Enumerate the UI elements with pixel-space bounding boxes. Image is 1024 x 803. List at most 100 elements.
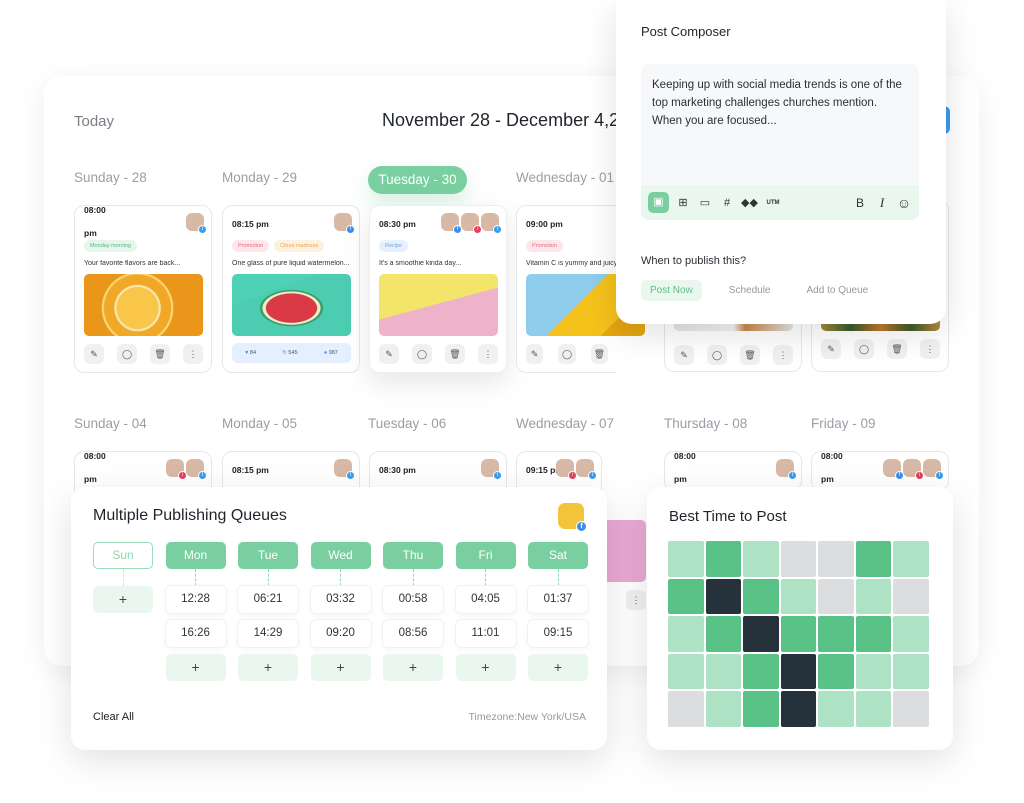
more-icon[interactable]: ⋮ — [478, 344, 498, 364]
heatmap-cell[interactable] — [705, 616, 742, 652]
queue-time-slot[interactable]: 06:21 — [238, 586, 298, 613]
queue-day-toggle[interactable]: Wed — [310, 542, 371, 569]
folder-icon[interactable]: ▭ — [697, 195, 713, 211]
add-time-button[interactable]: + — [310, 654, 371, 681]
add-time-button[interactable]: + — [528, 654, 588, 681]
heatmap-cell[interactable] — [743, 578, 779, 615]
heatmap-cell[interactable] — [855, 616, 892, 652]
queue-time-slot[interactable]: 09:20 — [310, 620, 371, 647]
composer-textarea[interactable]: Keeping up with social media trends is o… — [641, 64, 919, 220]
heatmap-cell[interactable] — [893, 691, 929, 727]
heatmap-cell[interactable] — [743, 691, 779, 727]
post-tag[interactable]: Promotion — [232, 240, 270, 252]
queue-time-slot[interactable]: 12:28 — [165, 586, 226, 613]
queue-day-toggle[interactable]: Tue — [238, 542, 298, 569]
heatmap-cell[interactable] — [705, 653, 742, 690]
queue-day-toggle[interactable]: Sat — [528, 542, 588, 569]
heatmap-cell[interactable] — [893, 616, 929, 652]
heatmap-cell[interactable] — [780, 578, 817, 615]
post-card[interactable]: 08:15 pm f Promotion Citrus madness One glas… — [222, 205, 360, 373]
heatmap-cell[interactable] — [780, 541, 817, 577]
queue-time-slot[interactable]: 11:01 — [455, 620, 516, 647]
queue-time-slot[interactable]: 14:29 — [238, 620, 298, 647]
heatmap-cell[interactable] — [668, 653, 704, 690]
queue-time-slot[interactable]: 16:26 — [165, 620, 226, 647]
image-icon[interactable]: ▣ — [648, 192, 669, 213]
heatmap-cell[interactable] — [668, 616, 704, 652]
edit-icon[interactable]: ✎ — [526, 344, 544, 364]
comment-icon[interactable]: ◯ — [558, 344, 576, 364]
heatmap-cell[interactable] — [668, 541, 704, 577]
post-tag[interactable]: Recipe — [379, 240, 409, 252]
comment-icon[interactable]: ◯ — [117, 344, 137, 364]
queue-time-slot[interactable]: 09:15 — [528, 620, 588, 647]
post-card[interactable]: 08:00 pm t — [664, 451, 802, 491]
heatmap-cell[interactable] — [780, 691, 817, 727]
heatmap-cell[interactable] — [705, 578, 742, 615]
comment-icon[interactable]: ◯ — [854, 339, 874, 359]
post-now-button[interactable]: Post Now — [641, 280, 702, 301]
comment-icon[interactable]: ◯ — [412, 344, 432, 364]
queue-time-slot[interactable]: 03:32 — [310, 586, 371, 613]
heatmap-cell[interactable] — [855, 578, 892, 615]
video-icon[interactable]: ⊞ — [675, 195, 691, 211]
add-to-queue-button[interactable]: Add to Queue — [798, 280, 878, 301]
trash-icon[interactable]: 🗑 — [590, 344, 608, 364]
add-time-button[interactable]: + — [383, 654, 443, 681]
schedule-button[interactable]: Schedule — [720, 280, 780, 301]
heatmap-cell[interactable] — [818, 616, 854, 652]
heatmap-cell[interactable] — [668, 691, 704, 727]
edit-icon[interactable]: ✎ — [674, 345, 694, 365]
add-time-button[interactable]: + — [455, 654, 516, 681]
queue-day-toggle[interactable]: Thu — [383, 542, 443, 569]
add-time-button[interactable]: + — [238, 654, 298, 681]
day-label-active[interactable]: Tuesday - 30 — [368, 166, 467, 194]
heatmap-cell[interactable] — [743, 653, 779, 690]
trash-icon[interactable]: 🗑 — [445, 344, 465, 364]
heatmap-cell[interactable] — [818, 578, 854, 615]
post-card[interactable]: 08:00 pm t Monday morning Your favorite flav… — [74, 205, 212, 373]
today-button[interactable]: Today — [74, 113, 114, 130]
more-icon[interactable]: ⋮ — [773, 345, 793, 365]
add-time-button[interactable]: + — [165, 654, 226, 681]
more-icon[interactable]: ⋮ — [626, 590, 646, 610]
heatmap-cell[interactable] — [855, 653, 892, 690]
utm-icon[interactable]: UTM — [763, 195, 783, 211]
heatmap-cell[interactable] — [818, 541, 854, 577]
more-icon[interactable]: ⋮ — [183, 344, 203, 364]
queue-time-slot[interactable]: 00:58 — [383, 586, 443, 613]
heatmap-cell[interactable] — [668, 578, 704, 615]
post-card[interactable]: 08:30 pm f i t Recipe It's a smoothie kinda d… — [369, 205, 507, 373]
add-time-button[interactable]: + — [93, 586, 153, 613]
edit-icon[interactable]: ✎ — [821, 339, 841, 359]
queue-day-toggle[interactable]: Fri — [455, 542, 516, 569]
heatmap-cell[interactable] — [743, 541, 779, 577]
queue-day-toggle[interactable]: Mon — [165, 542, 226, 569]
post-card[interactable]: 09:00 pm Promotion Vitamin C is yummy and … — [516, 205, 645, 373]
heatmap-cell[interactable] — [780, 616, 817, 652]
post-tag[interactable]: Promotion — [526, 240, 564, 252]
clear-all-button[interactable]: Clear All — [93, 711, 134, 723]
queue-day-toggle[interactable]: Sun — [93, 542, 153, 569]
queue-time-slot[interactable]: 08:56 — [383, 620, 443, 647]
heatmap-cell[interactable] — [705, 691, 742, 727]
trash-icon[interactable]: 🗑 — [150, 344, 170, 364]
post-tag[interactable]: Monday morning — [84, 240, 137, 252]
emoji-icon[interactable]: ☺ — [896, 195, 912, 211]
heatmap-cell[interactable] — [705, 541, 742, 577]
heatmap-cell[interactable] — [893, 578, 929, 615]
trash-icon[interactable]: 🗑 — [740, 345, 760, 365]
post-card[interactable]: 08:00 pm f i t — [811, 451, 949, 491]
post-tag[interactable]: Citrus madness — [274, 240, 325, 252]
trash-icon[interactable]: 🗑 — [887, 339, 907, 359]
heatmap-cell[interactable] — [893, 541, 929, 577]
heatmap-cell[interactable] — [818, 653, 854, 690]
hashtag-icon[interactable]: # — [719, 195, 735, 211]
bold-icon[interactable]: B — [852, 195, 868, 211]
edit-icon[interactable]: ✎ — [84, 344, 104, 364]
edit-icon[interactable]: ✎ — [379, 344, 399, 364]
link-icon[interactable]: ◆◆ — [741, 195, 758, 211]
heatmap-cell[interactable] — [893, 653, 929, 690]
more-icon[interactable]: ⋮ — [920, 339, 940, 359]
composer-text[interactable]: Keeping up with social media trends is o… — [652, 76, 902, 130]
